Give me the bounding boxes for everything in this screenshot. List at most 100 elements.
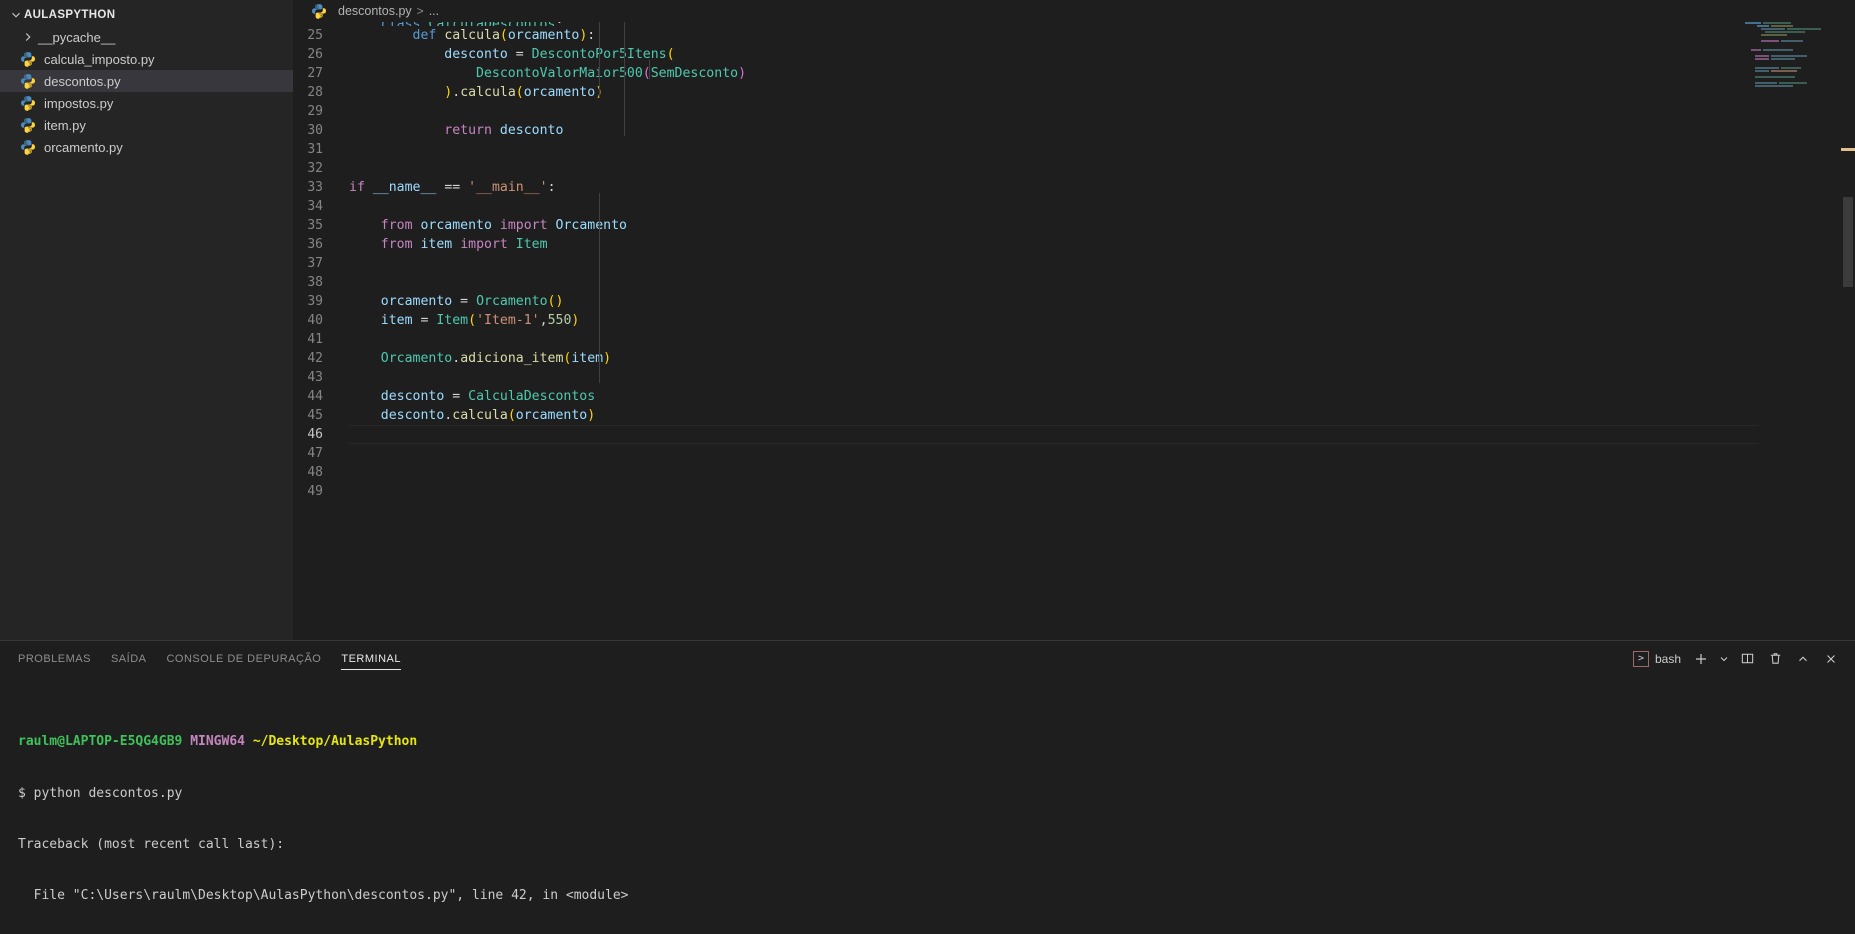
code-text: item = Item('Item-1',550) [380, 313, 580, 328]
code-text: DescontoValorMaior500(SemDesconto) [476, 66, 747, 81]
line-number: 34 [307, 199, 323, 214]
tab-label: CONSOLE DE DEPURAÇÃO [166, 652, 322, 665]
breadcrumb[interactable]: descontos.py > ... [293, 0, 1855, 22]
panel-actions: > bash [1632, 641, 1845, 676]
tree-item-item[interactable]: item.py [0, 114, 293, 136]
code-line[interactable]: 45 desconto.calcula(orcamento) [293, 406, 1855, 425]
terminal-line: File "C:\Users\raulm\Desktop\AulasPython… [18, 888, 629, 904]
current-line-highlight [349, 425, 1759, 444]
line-number: 48 [307, 465, 323, 480]
code-line[interactable]: 43 [293, 368, 1855, 387]
code-line[interactable]: 41 [293, 330, 1855, 349]
line-number: 39 [307, 294, 323, 309]
code-line[interactable]: 32 [293, 159, 1855, 178]
code-scroller[interactable]: class CalculaDescontos: 25 def calcula(o… [293, 22, 1855, 640]
python-file-icon [20, 95, 36, 111]
code-line[interactable]: 33 if __name__ == '__main__': [293, 178, 1855, 197]
tab-console-depuracao[interactable]: CONSOLE DE DEPURAÇÃO [166, 641, 321, 676]
code-line[interactable]: 26 desconto = DescontoPor5Itens( [293, 45, 1855, 64]
code-line-current[interactable]: 46 [293, 425, 1855, 444]
breadcrumb-file[interactable]: descontos.py [338, 4, 412, 18]
code-line[interactable]: 42 Orcamento.adiciona_item(item) [293, 349, 1855, 368]
code-line[interactable]: 34 [293, 197, 1855, 216]
line-number: 26 [307, 47, 323, 62]
code-text: Orcamento.adiciona_item(item) [380, 351, 612, 366]
maximize-panel-icon[interactable] [1789, 645, 1817, 673]
code-line[interactable]: 44 desconto = CalculaDescontos [293, 387, 1855, 406]
line-number: 41 [307, 332, 323, 347]
tab-problemas[interactable]: PROBLEMAS [18, 641, 91, 676]
terminal-line: Traceback (most recent call last): [18, 836, 285, 852]
vscode-window: AULASPYTHON __pycache__ calcula_imposto.… [0, 0, 1855, 934]
kill-terminal-icon[interactable] [1761, 645, 1789, 673]
chevron-right-icon [20, 29, 36, 45]
breadcrumb-symbol[interactable]: ... [429, 4, 439, 18]
line-number: 45 [307, 408, 323, 423]
tree-item-impostos[interactable]: impostos.py [0, 92, 293, 114]
code-line[interactable]: 35 from orcamento import Orcamento [293, 216, 1855, 235]
code-line[interactable]: 31 [293, 140, 1855, 159]
tree-item-label: calcula_imposto.py [44, 51, 155, 67]
terminal-output[interactable]: raulm@LAPTOP-E5QG4GB9 MINGW64 ~/Desktop/… [0, 676, 1855, 934]
python-file-icon [20, 51, 36, 67]
explorer-sidebar: AULASPYTHON __pycache__ calcula_imposto.… [0, 0, 293, 640]
tree-item-label: item.py [44, 117, 86, 133]
terminal-host: MINGW64 [190, 734, 245, 750]
code-line[interactable]: 49 [293, 482, 1855, 501]
code-line[interactable]: 38 [293, 273, 1855, 292]
code-line[interactable]: 36 from item import Item [293, 235, 1855, 254]
terminal-shell-selector[interactable]: > bash [1632, 650, 1687, 667]
close-panel-icon[interactable] [1817, 645, 1845, 673]
tree-item-descontos[interactable]: descontos.py [0, 70, 293, 92]
line-number: 33 [307, 180, 323, 195]
new-terminal-icon[interactable] [1687, 645, 1715, 673]
tab-saida[interactable]: SAÍDA [111, 641, 147, 676]
explorer-root-folder[interactable]: AULASPYTHON [0, 4, 293, 26]
indent-guide [599, 22, 600, 98]
code-line[interactable]: 48 [293, 463, 1855, 482]
code-editor[interactable]: class CalculaDescontos: 25 def calcula(o… [293, 22, 1855, 640]
tree-item-pycache[interactable]: __pycache__ [0, 26, 293, 48]
code-text: desconto.calcula(orcamento) [380, 408, 596, 423]
tree-item-calcula-imposto[interactable]: calcula_imposto.py [0, 48, 293, 70]
chevron-down-icon [8, 7, 24, 23]
line-number: 30 [307, 123, 323, 138]
code-line[interactable]: 25 def calcula(orcamento): [293, 26, 1855, 45]
code-line[interactable]: 40 item = Item('Item-1',550) [293, 311, 1855, 330]
terminal-line: $ python descontos.py [18, 785, 183, 801]
code-text: from item import Item [380, 237, 548, 252]
code-line[interactable]: 28 ).calcula(orcamento) [293, 83, 1855, 102]
terminal-user: raulm@LAPTOP-E5QG4GB9 [18, 734, 183, 750]
line-number: 32 [307, 161, 323, 176]
tab-terminal[interactable]: TERMINAL [341, 641, 401, 676]
code-text: if __name__ == '__main__': [349, 180, 556, 195]
indent-guide [649, 60, 650, 79]
explorer-root-label: AULASPYTHON [24, 9, 116, 21]
python-file-icon [20, 73, 36, 89]
scrollbar-thumb[interactable] [1843, 197, 1853, 287]
tree-item-orcamento[interactable]: orcamento.py [0, 136, 293, 158]
code-line[interactable]: 27 DescontoValorMaior500(SemDesconto) [293, 64, 1855, 83]
python-file-icon [20, 117, 36, 133]
breadcrumb-separator: > [416, 4, 424, 18]
terminal-shell-label: bash [1654, 651, 1681, 666]
workbench-main-row: AULASPYTHON __pycache__ calcula_imposto.… [0, 0, 1855, 640]
code-line[interactable]: 30 return desconto [293, 121, 1855, 140]
line-number: 40 [307, 313, 323, 328]
line-number: 37 [307, 256, 323, 271]
chevron-down-icon[interactable] [1715, 645, 1733, 673]
code-line[interactable]: 37 [293, 254, 1855, 273]
tree-item-label: impostos.py [44, 95, 114, 111]
editor-vertical-scrollbar[interactable] [1841, 22, 1855, 640]
panel-header: PROBLEMAS SAÍDA CONSOLE DE DEPURAÇÃO TER… [0, 641, 1855, 676]
line-number: 36 [307, 237, 323, 252]
line-number: 42 [307, 351, 323, 366]
code-text: desconto = DescontoPor5Itens( [444, 47, 675, 62]
code-line[interactable]: 29 [293, 102, 1855, 121]
code-line[interactable]: 47 [293, 444, 1855, 463]
tab-label: PROBLEMAS [18, 652, 91, 665]
code-line[interactable]: 39 orcamento = Orcamento() [293, 292, 1855, 311]
split-terminal-icon[interactable] [1733, 645, 1761, 673]
python-file-icon [20, 139, 36, 155]
line-number: 46 [307, 427, 323, 442]
